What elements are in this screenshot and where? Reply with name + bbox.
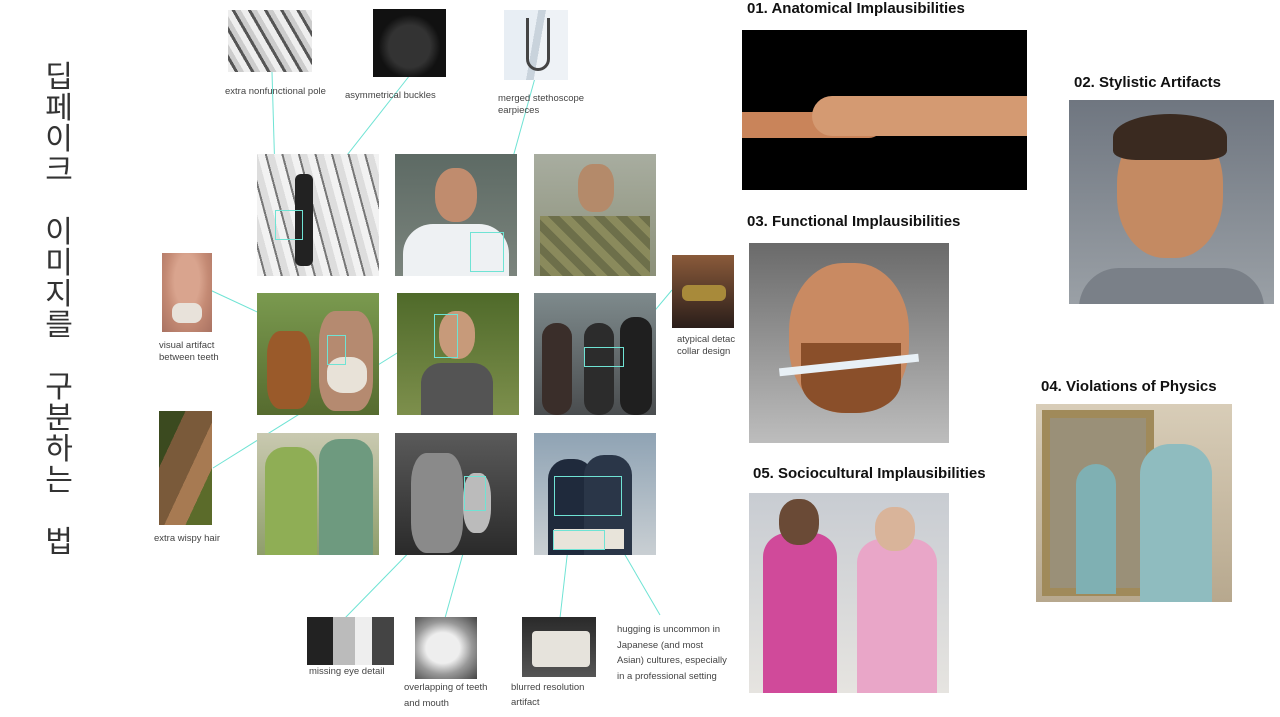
section-heading-physics: 04. Violations of Physics — [1041, 378, 1217, 395]
pole-caption: extra nonfunctional pole — [225, 86, 326, 97]
hair-caption: extra wispy hair — [154, 533, 220, 544]
highlight-box — [434, 314, 458, 358]
section-heading-stylistic: 02. Stylistic Artifacts — [1074, 74, 1222, 91]
section-heading-sociocultural: 05. Sociocultural Implausibilities — [753, 465, 986, 482]
toothbrush-man-image — [749, 243, 949, 443]
section-heading-anatomical: 01. Anatomical Implausibilities — [747, 0, 965, 17]
highlight-box — [584, 347, 624, 367]
overlap-detail-image — [415, 617, 477, 679]
pink-suits-image — [749, 493, 949, 693]
soldier-image — [534, 154, 656, 276]
woman-forest-image — [397, 293, 519, 415]
hands-image — [742, 30, 1027, 190]
highlight-box — [464, 476, 486, 511]
collar-caption: atypical detac collar design — [677, 334, 736, 357]
hair-detail-image — [159, 411, 212, 525]
smiling-man-image — [1069, 100, 1274, 304]
teeth-gap-caption: visual artifact between teeth — [159, 340, 219, 363]
section-heading-functional: 03. Functional Implausibilities — [747, 213, 961, 230]
blur-detail-image — [522, 617, 596, 677]
buckles-caption: asymmetrical buckles — [345, 90, 436, 101]
highlight-box — [470, 232, 504, 272]
highlight-box — [553, 530, 605, 550]
eye-caption: missing eye detail — [309, 666, 385, 677]
stethoscope-detail-image — [504, 10, 568, 80]
overlap-caption: overlapping of teeth and mouth — [404, 682, 488, 709]
highlight-box — [554, 476, 622, 516]
hijab-women-image — [257, 433, 379, 555]
pole-detail-image — [228, 10, 312, 72]
eye-detail-image — [307, 617, 394, 665]
stethoscope-caption: merged stethoscope earpieces — [498, 93, 585, 116]
old-man-dog-image — [257, 293, 379, 415]
collar-detail-image — [672, 255, 734, 328]
buckles-detail-image — [373, 9, 446, 77]
mirror-woman-image — [1036, 404, 1232, 602]
old-men-bw-image — [395, 433, 517, 555]
hugging-caption: hugging is uncommon in Japanese (and mos… — [617, 624, 727, 682]
highlight-box — [327, 335, 346, 365]
teeth-gap-detail-image — [162, 253, 212, 332]
blur-caption: blurred resolution artifact — [511, 682, 585, 708]
highlight-box — [275, 210, 303, 240]
